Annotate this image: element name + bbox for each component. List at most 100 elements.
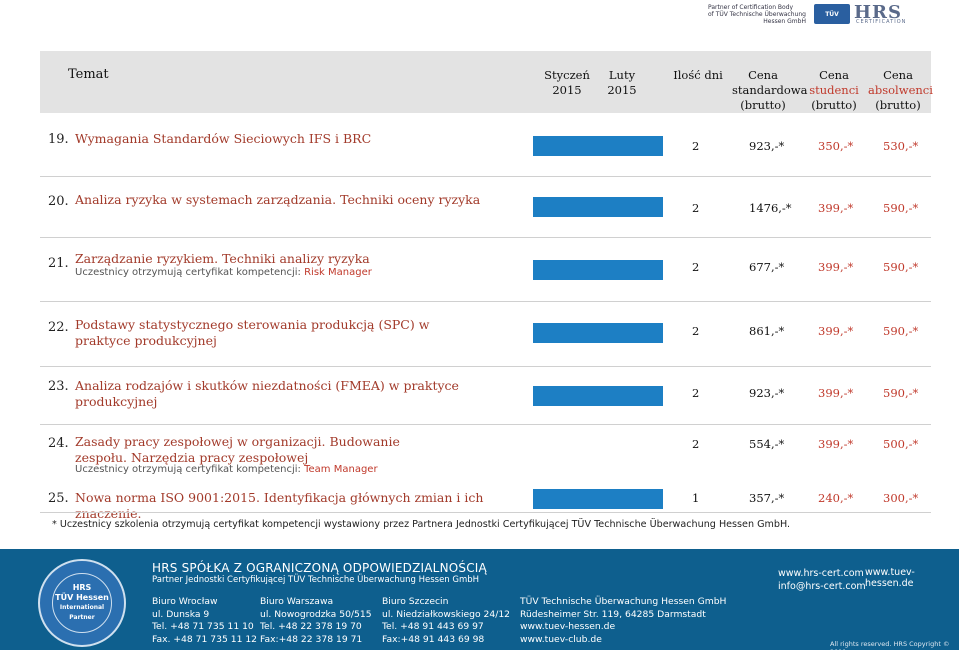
row-divider <box>40 301 931 302</box>
price-graduates: 590,-* <box>883 201 919 215</box>
office-fax: Fax:+48 91 443 69 98 <box>382 633 485 645</box>
row-divider <box>40 512 931 513</box>
partner-caption: Partner of Certification Body of TÜV Tec… <box>708 4 806 25</box>
price-students: 399,-* <box>818 260 854 274</box>
certificate-role: Team Manager <box>304 464 378 475</box>
price-students: 399,-* <box>818 437 854 451</box>
price-graduates: 590,-* <box>883 386 919 400</box>
table-row[interactable]: 20. Analiza ryzyka w systemach zarządzan… <box>40 190 931 230</box>
course-days: 2 <box>692 437 700 451</box>
office-address: ul. Niedziałkowskiego 24/12 <box>382 608 511 620</box>
table-row[interactable]: 22. Podstawy statystycznego sterowania p… <box>40 315 931 363</box>
price-standard: 677,-* <box>749 260 785 274</box>
office-phone[interactable]: Tel. +48 91 443 69 97 <box>382 621 510 634</box>
office-wroclaw: Biuro Wrocław ul. Dunska 9 Tel. +48 71 7… <box>152 596 257 646</box>
certificate-prefix: Uczestnicy otrzymują certyfikat kompeten… <box>75 267 301 278</box>
header-stud-label: studenci <box>809 83 859 97</box>
table-row[interactable]: 25. Nowa norma ISO 9001:2015. Identyfika… <box>40 488 931 521</box>
office-name: Biuro Warszawa <box>260 596 334 607</box>
office-warszawa: Biuro Warszawa ul. Nowogrodzka 50/515 Te… <box>260 596 372 646</box>
office-address: Rüdesheimer Str. 119, 64285 Darmstadt <box>520 608 706 620</box>
website-link[interactable]: www.tuev-club.de <box>520 634 726 647</box>
row-number: 25. <box>48 491 69 506</box>
top-logo-bar: Partner of Certification Body of TÜV Tec… <box>0 0 959 28</box>
price-standard: 923,-* <box>749 139 785 153</box>
header-abs-label: Cena <box>883 68 913 82</box>
price-graduates: 500,-* <box>883 437 919 451</box>
header-days: Ilość dni <box>673 68 723 82</box>
price-graduates: 530,-* <box>883 139 919 153</box>
price-standard: 1476,-* <box>749 201 792 215</box>
table-row[interactable]: 19. Wymagania Standardów Sieciowych IFS … <box>40 128 931 168</box>
header-february-month: Luty <box>608 68 636 82</box>
course-title[interactable]: Nowa norma ISO 9001:2015. Identyfikacja … <box>75 490 545 522</box>
header-abs-label: absolwenci <box>868 83 933 97</box>
header-std-label: (brutto) <box>740 98 786 112</box>
copyright: All rights reserved. HRS Copyright © 201… <box>830 640 950 650</box>
price-standard: 861,-* <box>749 324 785 338</box>
header-february-year: 2015 <box>607 83 637 97</box>
schedule-bar <box>533 136 663 156</box>
row-divider <box>40 366 931 367</box>
office-phone[interactable]: Tel. +48 22 378 19 70 <box>260 621 372 634</box>
contact-block: www.hrs-cert.com info@hrs-cert.com <box>778 567 866 593</box>
course-title[interactable]: Wymagania Standardów Sieciowych IFS i BR… <box>75 131 525 147</box>
schedule-bar <box>533 323 663 343</box>
header-topic: Temat <box>68 67 109 82</box>
price-students: 399,-* <box>818 201 854 215</box>
header-february: Luty 2015 <box>602 68 642 98</box>
company-name: HRS SPÓŁKA Z OGRANICZONĄ ODPOWIEDZIALNOŚ… <box>152 561 487 575</box>
office-name: Biuro Wrocław <box>152 596 218 607</box>
header-january-month: Styczeń <box>544 68 590 82</box>
row-number: 20. <box>48 194 69 209</box>
table-row[interactable]: 24. Zasady pracy zespołowej w organizacj… <box>40 434 931 482</box>
header-abs-label: (brutto) <box>875 98 921 112</box>
header-january: Styczeń 2015 <box>537 68 597 98</box>
certificate-role: Risk Manager <box>304 267 372 278</box>
partner-line: of TÜV Technische Überwachung <box>708 11 806 18</box>
email-link[interactable]: info@hrs-cert.com <box>778 580 866 593</box>
course-days: 2 <box>692 139 700 153</box>
website-link[interactable]: www.tuev-hessen.de <box>865 567 959 589</box>
website-link[interactable]: www.tuev-hessen.de <box>520 621 726 634</box>
row-number: 23. <box>48 379 69 394</box>
header-stud-label: (brutto) <box>811 98 857 112</box>
course-title[interactable]: Podstawy statystycznego sterowania produ… <box>75 317 475 349</box>
price-students: 399,-* <box>818 386 854 400</box>
office-name: Biuro Szczecin <box>382 596 449 607</box>
table-row[interactable]: 23. Analiza rodzajów i skutków niezdatno… <box>40 376 931 422</box>
office-address: ul. Nowogrodzka 50/515 <box>260 608 372 620</box>
price-graduates: 590,-* <box>883 260 919 274</box>
header-stud-label: Cena <box>819 68 849 82</box>
table-row[interactable]: 21. Zarządzanie ryzykiem. Techniki anali… <box>40 251 931 301</box>
header-price-students: Cena studenci (brutto) <box>804 68 864 113</box>
office-phone[interactable]: Tel. +48 71 735 11 10 <box>152 621 257 634</box>
partner-line: Hessen GmbH <box>763 18 806 25</box>
office-szczecin: Biuro Szczecin ul. Niedziałkowskiego 24/… <box>382 596 510 646</box>
course-days: 2 <box>692 260 700 274</box>
header-std-label: Cena <box>748 68 778 82</box>
office-name: TÜV Technische Überwachung Hessen GmbH <box>520 596 727 607</box>
row-number: 19. <box>48 132 69 147</box>
office-address: ul. Dunska 9 <box>152 608 210 620</box>
badge-line: International <box>59 604 105 611</box>
course-title[interactable]: Analiza rodzajów i skutków niezdatności … <box>75 378 545 410</box>
course-title[interactable]: Zarządzanie ryzykiem. Techniki analizy r… <box>75 251 525 267</box>
row-divider <box>40 176 931 177</box>
course-title[interactable]: Analiza ryzyka w systemach zarządzania. … <box>75 192 525 208</box>
office-tuv-hessen: TÜV Technische Überwachung Hessen GmbH R… <box>520 596 726 646</box>
hrs-logo-sub: CERTIFICATION <box>856 19 907 25</box>
partner-line: Partner of Certification Body <box>708 4 794 11</box>
schedule-bar <box>533 489 663 509</box>
course-days: 2 <box>692 386 700 400</box>
row-number: 22. <box>48 320 69 335</box>
price-graduates: 590,-* <box>883 324 919 338</box>
header-std-label: standardowa <box>732 83 808 97</box>
header-price-standard: Cena standardowa (brutto) <box>732 68 808 113</box>
badge-line: HRS <box>72 583 92 592</box>
course-days: 2 <box>692 201 700 215</box>
row-divider <box>40 424 931 425</box>
course-title[interactable]: Zasady pracy zespołowej w organizacji. B… <box>75 434 435 466</box>
price-standard: 554,-* <box>749 437 785 451</box>
website-link[interactable]: www.hrs-cert.com <box>778 567 866 580</box>
